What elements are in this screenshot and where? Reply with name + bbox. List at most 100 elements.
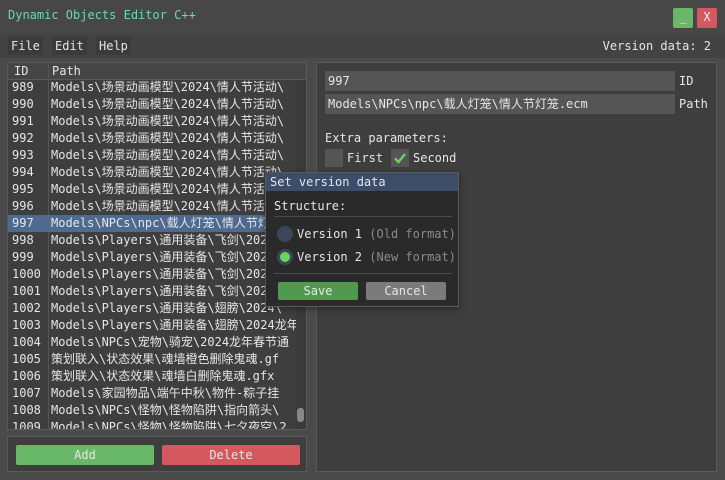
row-path: Models\场景动画模型\2024\情人节活动\ — [51, 182, 285, 196]
dialog-title: Set version data — [266, 173, 458, 191]
close-icon: X — [703, 10, 711, 24]
table-row[interactable]: 1003 Models\Players\通用装备\翅膀\2024龙年 — [8, 317, 298, 334]
add-button[interactable]: Add — [16, 445, 154, 465]
row-path: Models\NPCs\怪物\怪物陷阱\指向箭头\ — [51, 403, 280, 417]
table-row[interactable]: 998 Models\Players\通用装备\飞剑\2024\ — [8, 232, 298, 249]
row-path: Models\场景动画模型\2024\情人节活动\ — [51, 165, 285, 179]
table-row[interactable]: 997 Models\NPCs\npc\载人灯笼\情人节灯笼.ecm — [8, 215, 298, 232]
row-id: 1006 — [12, 369, 41, 383]
row-path: Models\Players\通用装备\飞剑\2024\ — [51, 267, 282, 281]
row-path: Models\NPCs\宠物\骑宠\2024龙年春节通 — [51, 335, 290, 349]
objects-table: ID Path 989 Models\场景动画模型\2024\情人节活动\ 990 M… — [7, 62, 307, 430]
table-row[interactable]: 1006 策划联入\状态效果\魂墙白删除鬼魂.gfx — [8, 368, 298, 385]
first-checkbox-label: First — [347, 151, 384, 165]
table-row[interactable]: 1000 Models\Players\通用装备\飞剑\2024\ — [8, 266, 298, 283]
menu-file[interactable]: File — [8, 37, 43, 55]
table-row[interactable]: 996 Models\场景动画模型\2024\情人节活动\ — [8, 198, 298, 215]
table-row[interactable]: 993 Models\场景动画模型\2024\情人节活动\ — [8, 147, 298, 164]
checkmark-icon — [394, 153, 406, 164]
path-field[interactable]: Models\NPCs\npc\载人灯笼\情人节灯笼.ecm — [325, 94, 675, 114]
path-label: Path — [679, 97, 708, 111]
version-2-radio[interactable] — [277, 249, 293, 265]
row-id: 1009 — [12, 420, 41, 430]
table-rows: 989 Models\场景动画模型\2024\情人节活动\ 990 Models\场景… — [8, 79, 298, 430]
app-title: Dynamic Objects Editor C++ — [8, 8, 196, 22]
cancel-button[interactable]: Cancel — [366, 282, 446, 300]
row-id: 1000 — [12, 267, 41, 281]
second-checkbox-label: Second — [413, 151, 457, 165]
row-path: Models\家园物品\端午中秋\物件-粽子挂 — [51, 386, 280, 400]
row-id: 1008 — [12, 403, 41, 417]
version-2-option[interactable]: Version 2 (New format) — [297, 249, 456, 265]
row-path: Models\场景动画模型\2024\情人节活动\ — [51, 80, 285, 94]
table-row[interactable]: 999 Models\Players\通用装备\飞剑\2024\ — [8, 249, 298, 266]
row-path: Models\场景动画模型\2024\情人节活动\ — [51, 148, 285, 162]
row-id: 1007 — [12, 386, 41, 400]
row-id: 1005 — [12, 352, 41, 366]
row-path: Models\Players\通用装备\翅膀\2024龙年 — [51, 318, 298, 332]
table-row[interactable]: 994 Models\场景动画模型\2024\情人节活动\ — [8, 164, 298, 181]
version-1-label: Version 1 — [297, 227, 363, 241]
table-row[interactable]: 990 Models\场景动画模型\2024\情人节活动\ — [8, 96, 298, 113]
table-header: ID Path — [8, 63, 306, 80]
table-row[interactable]: 1008 Models\NPCs\怪物\怪物陷阱\指向箭头\ — [8, 402, 298, 419]
id-label: ID — [679, 74, 694, 88]
row-path: Models\NPCs\npc\载人灯笼\情人节灯笼.ecm — [51, 216, 298, 230]
first-checkbox[interactable] — [325, 149, 343, 167]
close-button[interactable]: X — [697, 8, 717, 28]
extra-parameters-label: Extra parameters: — [325, 131, 448, 145]
row-path: Models\场景动画模型\2024\情人节活动\ — [51, 97, 285, 111]
row-path: Models\Players\通用装备\飞剑\2024\ — [51, 250, 282, 264]
table-row[interactable]: 1002 Models\Players\通用装备\翅膀\2024\ — [8, 300, 298, 317]
dialog-divider — [274, 216, 452, 217]
table-row[interactable]: 1005 策划联入\状态效果\魂墙橙色删除鬼魂.gf — [8, 351, 298, 368]
table-row[interactable]: 995 Models\场景动画模型\2024\情人节活动\ — [8, 181, 298, 198]
row-id: 996 — [12, 199, 34, 213]
row-id: 999 — [12, 250, 34, 264]
scrollbar-thumb[interactable] — [297, 408, 304, 422]
table-row[interactable]: 1009 Models\NPCs\怪物\怪物陷阱\七夕夜空\2 — [8, 419, 298, 430]
row-path: Models\场景动画模型\2024\情人节活动\ — [51, 114, 285, 128]
table-row[interactable]: 992 Models\场景动画模型\2024\情人节活动\ — [8, 130, 298, 147]
row-id: 995 — [12, 182, 34, 196]
minimize-button[interactable]: _ — [673, 8, 693, 28]
id-field[interactable]: 997 — [325, 71, 675, 91]
menu-edit[interactable]: Edit — [52, 37, 87, 55]
row-id: 991 — [12, 114, 34, 128]
version-1-hint: (Old format) — [369, 227, 456, 241]
row-path: 策划联入\状态效果\魂墙白删除鬼魂.gfx — [51, 369, 275, 383]
version-1-option[interactable]: Version 1 (Old format) — [297, 226, 456, 242]
row-path: 策划联入\状态效果\魂墙橙色删除鬼魂.gf — [51, 352, 280, 366]
row-id: 989 — [12, 80, 34, 94]
row-id: 990 — [12, 97, 34, 111]
row-path: Models\Players\通用装备\翅膀\2024\ — [51, 301, 282, 315]
save-button[interactable]: Save — [278, 282, 358, 300]
row-path: Models\NPCs\怪物\怪物陷阱\七夕夜空\2 — [51, 420, 287, 430]
table-row[interactable]: 991 Models\场景动画模型\2024\情人节活动\ — [8, 113, 298, 130]
version-data-label: Version data: 2 — [602, 39, 711, 53]
version-2-label: Version 2 — [297, 250, 363, 264]
version-1-radio[interactable] — [277, 226, 293, 242]
row-id: 994 — [12, 165, 34, 179]
radio-selected-dot — [280, 252, 290, 262]
row-id: 997 — [12, 216, 34, 230]
version-2-hint: (New format) — [369, 250, 456, 264]
row-id: 998 — [12, 233, 34, 247]
column-header-id[interactable]: ID — [14, 64, 28, 78]
menu-help[interactable]: Help — [96, 37, 131, 55]
menu-bar: File Edit Help Version data: 2 — [0, 34, 725, 58]
column-header-path[interactable]: Path — [52, 64, 81, 78]
minimize-icon: _ — [679, 10, 687, 24]
delete-button[interactable]: Delete — [162, 445, 300, 465]
table-row[interactable]: 1007 Models\家园物品\端午中秋\物件-粽子挂 — [8, 385, 298, 402]
row-id: 1002 — [12, 301, 41, 315]
row-id: 1001 — [12, 284, 41, 298]
second-checkbox[interactable] — [391, 149, 409, 167]
table-row[interactable]: 1001 Models\Players\通用装备\飞剑\2024\ — [8, 283, 298, 300]
table-row[interactable]: 1004 Models\NPCs\宠物\骑宠\2024龙年春节通 — [8, 334, 298, 351]
table-row[interactable]: 989 Models\场景动画模型\2024\情人节活动\ — [8, 79, 298, 96]
row-id: 1003 — [12, 318, 41, 332]
row-path: Models\场景动画模型\2024\情人节活动\ — [51, 199, 285, 213]
dialog-divider — [274, 273, 452, 274]
row-path: Models\场景动画模型\2024\情人节活动\ — [51, 131, 285, 145]
